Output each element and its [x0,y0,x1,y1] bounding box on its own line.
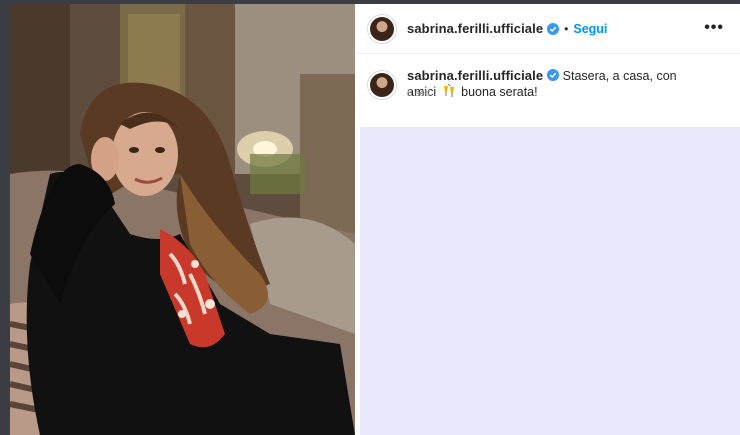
caption-avatar[interactable] [367,70,397,100]
caption-message-tail: buona serata! [461,85,538,99]
separator-dot: • [564,21,569,36]
follow-button[interactable]: Segui [573,22,607,36]
verified-badge-icon [547,22,560,35]
caption-text: sabrina.ferilli.ufficiale Stasera, a cas… [407,68,707,100]
more-options-icon[interactable]: ••• [704,19,724,37]
portrait-image [10,4,355,435]
comments-area [360,127,740,435]
post-window: sabrina.ferilli.ufficiale • Segui ••• sa… [10,4,740,435]
verified-badge-icon [547,69,560,81]
caption-username-link[interactable]: sabrina.ferilli.ufficiale [407,68,543,83]
avatar[interactable] [367,13,397,44]
post-side-panel: sabrina.ferilli.ufficiale • Segui ••• sa… [355,4,740,435]
cheers-icon [443,84,454,97]
caption-body: sabrina.ferilli.ufficiale Stasera, a cas… [407,68,707,100]
post-header: sabrina.ferilli.ufficiale • Segui ••• [355,4,740,54]
post-timestamp[interactable]: 5 sett. [407,88,433,99]
username-link[interactable]: sabrina.ferilli.ufficiale [407,21,543,36]
post-photo[interactable] [10,4,355,435]
